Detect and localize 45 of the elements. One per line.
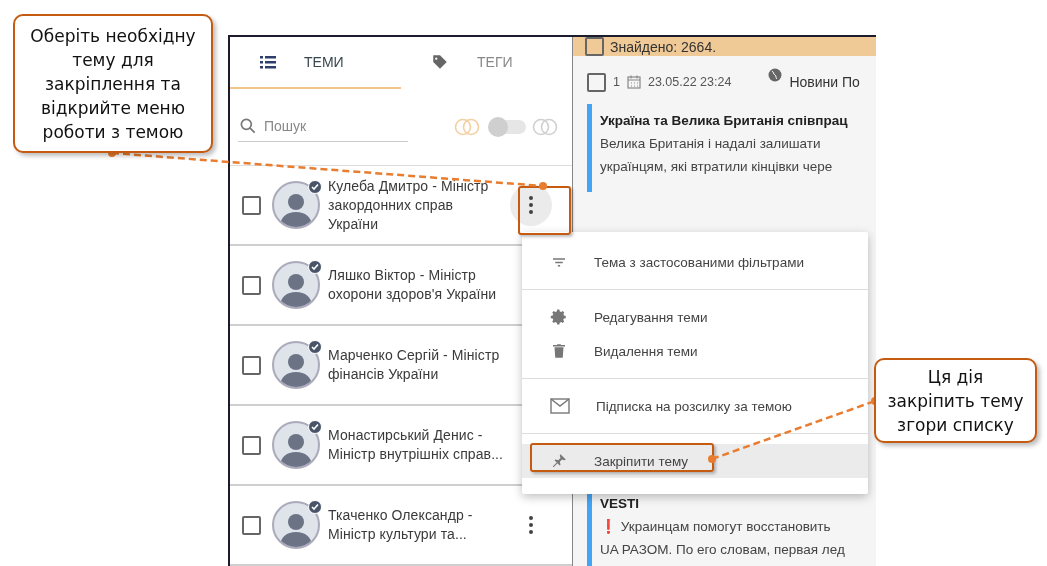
news-number: 1 [613,75,620,89]
checkbox[interactable] [242,275,261,295]
menu-item[interactable]: Тема з застосованими фільтрами [522,245,868,279]
topic-name[interactable]: Кулеба Дмитро - Міністр закордонних справ України [328,176,506,234]
settings-icon [550,308,568,326]
results-count: Знайдено: 2664. [610,38,717,55]
overlap-circles-icon [454,118,480,136]
pin-icon [550,452,568,470]
mail-icon [550,398,570,414]
overlap-circles-icon [532,118,558,136]
news-title: VESTI [600,495,640,513]
more-icon [529,516,533,534]
callout: Оберіть необхідну тему для закріплення та відкрийте меню роботи з темою [13,14,213,153]
trash-icon [550,342,568,360]
news-text: UA РАЗОМ. По его словам, первая лед [600,541,846,559]
list-icon [260,55,276,69]
news-text: Велика Британія і надалі залишати [600,135,822,153]
topic-name[interactable]: Ляшко Віктор - Міністр охорони здоров'я України [328,266,506,304]
toggle-switch[interactable] [490,120,526,134]
checkbox[interactable] [587,72,606,92]
topic-name[interactable]: Ткаченко Олександр - Міністр культури та... [328,506,506,544]
more-icon [529,196,533,214]
menu-item[interactable]: Видалення теми [522,334,868,368]
tag-icon [431,53,449,71]
topic-name[interactable]: Монастирський Денис - Міністр внутрішніх справ... [328,426,506,464]
checkbox[interactable] [242,195,261,215]
callout: Ця дія закріпить тему згори списку [874,358,1037,443]
checkbox[interactable] [242,435,261,455]
globe-icon [768,68,783,82]
topic-name[interactable]: Марченко Сергій - Міністр фінансів України [328,346,506,384]
checkbox[interactable] [242,515,261,535]
tab[interactable]: ТЕГИ [401,37,572,89]
calendar-icon [626,75,641,89]
menu-item[interactable]: Редагування теми [522,300,868,334]
news-source: Новини По [789,74,860,90]
search-field[interactable]: Пошук [262,117,402,136]
tab[interactable]: ТЕМИ [230,37,401,89]
news-date: 23.05.22 23:24 [647,75,732,89]
menu-item[interactable]: Підписка на розсилку за темою [522,389,868,423]
menu-item[interactable]: Закріпити тему [522,444,868,478]
checkbox[interactable] [242,355,261,375]
checkbox[interactable] [585,37,604,56]
news-text: ❗ Украинцам помогут восстановить [600,518,832,536]
news-text: українцям, які втратили кінцівки чере [600,158,834,176]
news-title: Україна та Велика Британія співпрац [600,112,849,130]
